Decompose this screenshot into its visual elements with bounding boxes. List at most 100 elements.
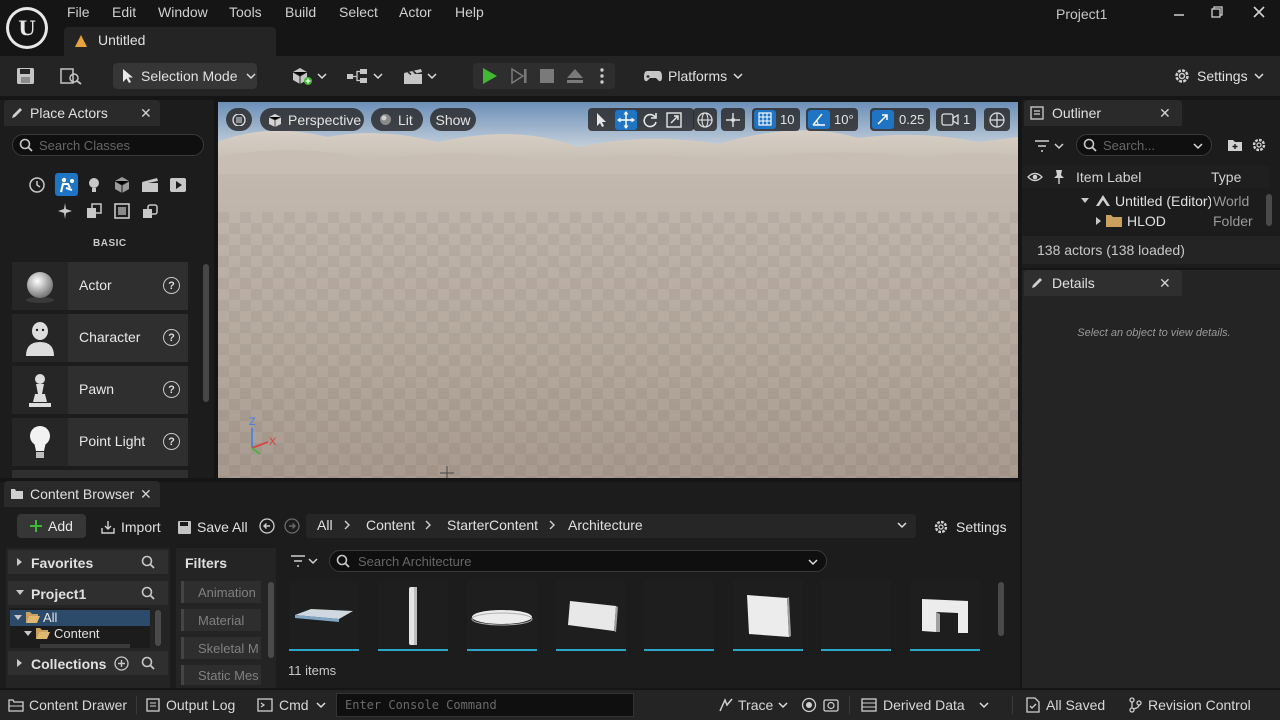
- asset-thumbnail-door-frame[interactable]: [910, 581, 980, 651]
- pin-icon[interactable]: [1053, 169, 1065, 185]
- surface-snapping-button[interactable]: [721, 108, 745, 131]
- add-folder-icon[interactable]: [1227, 138, 1243, 152]
- folder-tree-scrollbar[interactable]: [155, 610, 161, 646]
- cmd-dropdown[interactable]: Cmd: [257, 695, 326, 715]
- forward-arrow-icon[interactable]: [284, 518, 300, 534]
- breadcrumb-item-content[interactable]: Content: [366, 517, 415, 533]
- close-outliner-icon[interactable]: ✕: [1159, 105, 1171, 122]
- camera-speed-button[interactable]: 1: [936, 108, 976, 131]
- actor-item-actor[interactable]: Actor ?: [12, 262, 188, 310]
- browse-level-icon[interactable]: [60, 67, 82, 85]
- asset-thumbnail-floor[interactable]: [289, 581, 359, 651]
- search-icon[interactable]: [141, 555, 155, 569]
- basic-category-icon[interactable]: [55, 173, 78, 196]
- filter-skeletal-mesh[interactable]: Skeletal M: [181, 637, 261, 659]
- asset-thumbnail-wall-panel[interactable]: [556, 581, 626, 651]
- filter-animation[interactable]: Animation: [181, 581, 261, 603]
- scale-icon[interactable]: [665, 111, 683, 129]
- menu-tools[interactable]: Tools: [229, 4, 262, 20]
- search-architecture-field[interactable]: Search Architecture: [329, 550, 827, 572]
- asset-thumbnail-empty[interactable]: [821, 581, 891, 651]
- import-button[interactable]: Import: [100, 516, 161, 538]
- grid-snap-button[interactable]: 10: [752, 108, 800, 131]
- outliner-settings-icon[interactable]: [1251, 137, 1267, 153]
- actor-item-point-light[interactable]: Point Light ?: [12, 418, 188, 466]
- asset-filter-button[interactable]: [290, 553, 322, 569]
- scale-snap-button[interactable]: 0.25: [870, 108, 930, 131]
- show-button[interactable]: Show: [430, 108, 476, 131]
- menu-actor[interactable]: Actor: [399, 4, 432, 20]
- record-icon[interactable]: [801, 697, 817, 713]
- outliner-row-hlod[interactable]: HLOD Folder: [1022, 211, 1270, 231]
- derived-data-dropdown[interactable]: Derived Data: [861, 695, 989, 715]
- save-icon[interactable]: [16, 67, 36, 85]
- cinematics-button[interactable]: [402, 63, 442, 89]
- console-command-input[interactable]: Enter Console Command: [336, 693, 634, 717]
- menu-edit[interactable]: Edit: [112, 4, 136, 20]
- geometry-category-icon[interactable]: [112, 201, 132, 221]
- asset-thumbnail-disc[interactable]: [467, 581, 537, 651]
- content-drawer-button[interactable]: Content Drawer: [8, 695, 127, 715]
- all-classes-icon[interactable]: [84, 201, 104, 221]
- unreal-logo-icon[interactable]: U: [6, 7, 48, 49]
- asset-thumbnail-empty[interactable]: [644, 581, 714, 651]
- project-section[interactable]: Project1: [8, 581, 168, 605]
- search-icon[interactable]: [141, 656, 155, 670]
- close-place-actors-icon[interactable]: ✕: [140, 105, 152, 122]
- world-local-button[interactable]: [693, 108, 717, 131]
- close-content-browser-icon[interactable]: ✕: [140, 486, 152, 503]
- actor-item-pawn[interactable]: Pawn ?: [12, 366, 188, 414]
- lit-button[interactable]: Lit: [371, 108, 423, 131]
- viewport-layout-button[interactable]: [984, 108, 1010, 131]
- eject-icon[interactable]: [566, 67, 584, 85]
- filter-static-mesh[interactable]: Static Mes: [181, 665, 261, 685]
- recent-icon[interactable]: [27, 175, 47, 195]
- cinematic-category-icon[interactable]: [140, 175, 160, 195]
- shapes-category-icon[interactable]: [112, 175, 132, 195]
- filters-scrollbar[interactable]: [268, 582, 274, 658]
- close-details-icon[interactable]: ✕: [1159, 275, 1171, 292]
- menu-help[interactable]: Help: [455, 4, 484, 20]
- tree-item-all[interactable]: All: [10, 610, 150, 626]
- favorites-section[interactable]: Favorites: [8, 550, 168, 574]
- perspective-button[interactable]: Perspective: [260, 108, 364, 131]
- path-history-dropdown-icon[interactable]: [897, 521, 907, 529]
- viewport-options-button[interactable]: [226, 108, 252, 131]
- menu-window[interactable]: Window: [158, 4, 208, 20]
- visibility-eye-icon[interactable]: [1027, 171, 1043, 183]
- help-icon[interactable]: ?: [163, 277, 180, 294]
- tree-item-content[interactable]: Content: [10, 626, 150, 642]
- content-browser-tab[interactable]: Content Browser: [4, 481, 160, 507]
- visual-effects-category-icon[interactable]: [168, 175, 188, 195]
- breadcrumb-item-architecture[interactable]: Architecture: [568, 517, 643, 533]
- place-more-icon[interactable]: [140, 201, 160, 221]
- asset-thumbnail-wall[interactable]: [733, 581, 803, 651]
- menu-file[interactable]: File: [67, 4, 90, 20]
- level-tab-untitled[interactable]: Untitled: [64, 27, 276, 56]
- more-options-icon[interactable]: [598, 67, 606, 85]
- blueprints-button[interactable]: [346, 63, 386, 89]
- place-actors-scrollbar[interactable]: [203, 264, 209, 402]
- save-all-button[interactable]: Save All: [177, 516, 248, 538]
- rotation-snap-button[interactable]: 10°: [806, 108, 858, 131]
- outliner-col-item-label[interactable]: Item Label: [1076, 169, 1141, 185]
- output-log-button[interactable]: Output Log: [146, 695, 235, 715]
- collections-section[interactable]: Collections: [8, 651, 168, 675]
- selection-mode-dropdown[interactable]: Selection Mode: [113, 63, 257, 89]
- add-content-button[interactable]: [290, 63, 330, 89]
- minimize-button[interactable]: [1168, 4, 1190, 20]
- content-browser-settings-button[interactable]: Settings: [933, 516, 1007, 538]
- back-arrow-icon[interactable]: [259, 518, 275, 534]
- outliner-row-world[interactable]: Untitled (Editor) World: [1022, 191, 1270, 211]
- stop-icon[interactable]: [539, 68, 555, 84]
- outliner-scrollbar[interactable]: [1266, 194, 1272, 226]
- asset-view-scrollbar[interactable]: [998, 582, 1004, 636]
- close-window-button[interactable]: [1248, 4, 1270, 20]
- platforms-dropdown[interactable]: Platforms: [643, 63, 749, 89]
- play-icon[interactable]: [481, 67, 499, 85]
- outliner-col-type[interactable]: Type: [1211, 169, 1241, 185]
- translate-icon[interactable]: [615, 110, 637, 130]
- menu-select[interactable]: Select: [339, 4, 378, 20]
- rotate-icon[interactable]: [641, 111, 659, 129]
- help-icon[interactable]: ?: [163, 433, 180, 450]
